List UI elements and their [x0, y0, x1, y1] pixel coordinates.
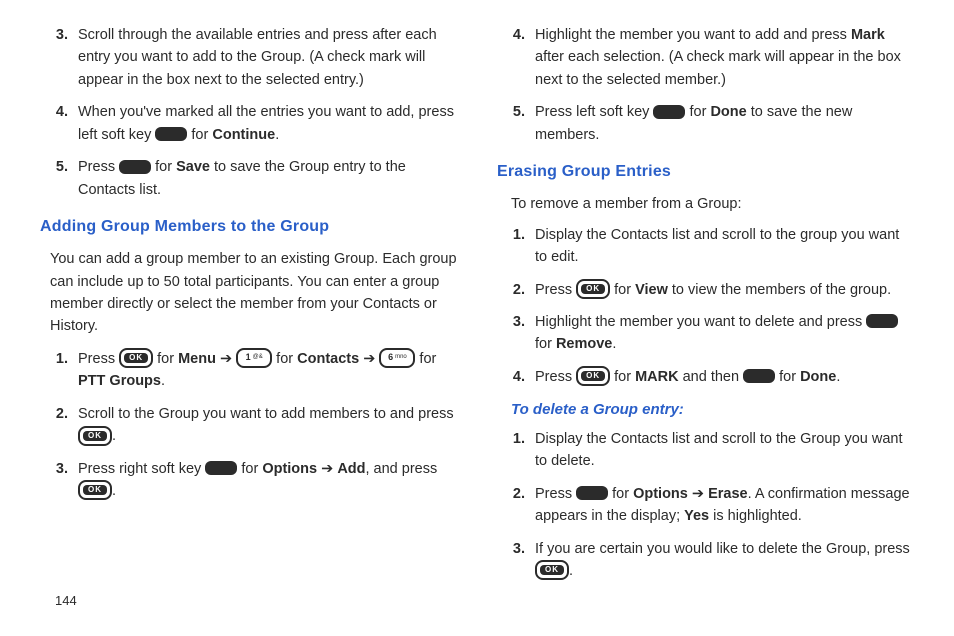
- list-body: Highlight the member you want to delete …: [535, 311, 914, 356]
- list-item: 2.Press OK for View to view the members …: [497, 279, 914, 301]
- bold-text: Menu: [178, 351, 216, 367]
- list-number: 4.: [497, 366, 535, 388]
- left-column: 3.Scroll through the available entries a…: [40, 24, 457, 636]
- bold-text: Save: [176, 159, 210, 175]
- list-item: 4.Highlight the member you want to add a…: [497, 24, 914, 91]
- list-number: 2.: [497, 483, 535, 505]
- list-item: 2.Press for Options ➔ Erase. A confirmat…: [497, 483, 914, 528]
- ok-key-icon: OK: [119, 348, 153, 368]
- list-body: Display the Contacts list and scroll to …: [535, 224, 914, 269]
- list-number: 3.: [497, 538, 535, 560]
- list-number: 4.: [40, 101, 78, 123]
- list-body: Display the Contacts list and scroll to …: [535, 428, 914, 473]
- bold-text: Done: [800, 369, 836, 385]
- list-number: 2.: [40, 403, 78, 425]
- list-item: 2.Scroll to the Group you want to add me…: [40, 403, 457, 448]
- list-item: 3.Press right soft key for Options ➔ Add…: [40, 458, 457, 503]
- list-body: Press for Options ➔ Erase. A confirmatio…: [535, 483, 914, 528]
- softkey-icon: [576, 486, 608, 500]
- list-item: 4.Press OK for MARK and then for Done.: [497, 366, 914, 388]
- list-number: 3.: [40, 24, 78, 46]
- bold-text: PTT Groups: [78, 373, 161, 389]
- list-body: Highlight the member you want to add and…: [535, 24, 914, 91]
- softkey-icon: [205, 461, 237, 475]
- bold-text: Continue: [212, 127, 275, 143]
- right-column: 4.Highlight the member you want to add a…: [497, 24, 914, 636]
- softkey-icon: [653, 105, 685, 119]
- list-number: 1.: [40, 348, 78, 370]
- softkey-icon: [119, 160, 151, 174]
- list-item: 1.Display the Contacts list and scroll t…: [497, 428, 914, 473]
- bold-text: Contacts: [297, 351, 359, 367]
- list-number: 1.: [497, 224, 535, 246]
- bold-text: Options: [633, 486, 688, 502]
- bold-text: MARK: [635, 369, 679, 385]
- ok-key-icon: OK: [535, 560, 569, 580]
- bold-text: Remove: [556, 336, 612, 352]
- list-body: If you are certain you would like to del…: [535, 538, 914, 583]
- list-body: Press for Save to save the Group entry t…: [78, 156, 457, 201]
- list-body: Press OK for Menu ➔ 1@& for Contacts ➔ 6…: [78, 348, 457, 393]
- softkey-icon: [743, 369, 775, 383]
- softkey-icon: [866, 314, 898, 328]
- erasing-intro: To remove a member from a Group:: [511, 193, 914, 215]
- heading-erasing-entries: Erasing Group Entries: [497, 160, 914, 185]
- ok-key-icon: OK: [78, 480, 112, 500]
- list-number: 2.: [497, 279, 535, 301]
- ok-key-icon: OK: [576, 366, 610, 386]
- bold-text: Yes: [684, 508, 709, 524]
- key6-icon: 6mno: [379, 348, 415, 368]
- left-list: 1.Press OK for Menu ➔ 1@& for Contacts ➔…: [40, 348, 457, 503]
- softkey-icon: [155, 127, 187, 141]
- bold-text: Add: [337, 461, 365, 477]
- list-body: Press right soft key for Options ➔ Add, …: [78, 458, 457, 503]
- left-top-list: 3.Scroll through the available entries a…: [40, 24, 457, 201]
- list-number: 3.: [40, 458, 78, 480]
- manual-page: 3.Scroll through the available entries a…: [0, 0, 954, 636]
- list-item: 5.Press left soft key for Done to save t…: [497, 101, 914, 146]
- list-item: 3.Highlight the member you want to delet…: [497, 311, 914, 356]
- list-body: Press OK for View to view the members of…: [535, 279, 914, 301]
- list-body: Press left soft key for Done to save the…: [535, 101, 914, 146]
- list-number: 5.: [497, 101, 535, 123]
- list-item: 1.Press OK for Menu ➔ 1@& for Contacts ➔…: [40, 348, 457, 393]
- heading-adding-members: Adding Group Members to the Group: [40, 215, 457, 240]
- right-list-2: 1.Display the Contacts list and scroll t…: [497, 428, 914, 583]
- bold-text: Mark: [851, 27, 885, 43]
- bold-text: View: [635, 282, 668, 298]
- list-number: 4.: [497, 24, 535, 46]
- list-body: Press OK for MARK and then for Done.: [535, 366, 914, 388]
- list-body: Scroll to the Group you want to add memb…: [78, 403, 457, 448]
- ok-key-icon: OK: [78, 426, 112, 446]
- list-item: 1.Display the Contacts list and scroll t…: [497, 224, 914, 269]
- list-number: 3.: [497, 311, 535, 333]
- subheading-delete-group: To delete a Group entry:: [511, 398, 914, 421]
- adding-members-intro: You can add a group member to an existin…: [50, 248, 457, 338]
- bold-text: Done: [710, 104, 746, 120]
- page-number: 144: [55, 593, 77, 608]
- right-list: 1.Display the Contacts list and scroll t…: [497, 224, 914, 389]
- list-item: 4.When you've marked all the entries you…: [40, 101, 457, 146]
- list-item: 5.Press for Save to save the Group entry…: [40, 156, 457, 201]
- right-top-list: 4.Highlight the member you want to add a…: [497, 24, 914, 146]
- list-item: 3.If you are certain you would like to d…: [497, 538, 914, 583]
- list-number: 5.: [40, 156, 78, 178]
- list-body: Scroll through the available entries and…: [78, 24, 457, 91]
- list-number: 1.: [497, 428, 535, 450]
- bold-text: Erase: [708, 486, 748, 502]
- ok-key-icon: OK: [576, 279, 610, 299]
- key1-icon: 1@&: [236, 348, 272, 368]
- bold-text: Options: [262, 461, 317, 477]
- list-body: When you've marked all the entries you w…: [78, 101, 457, 146]
- list-item: 3.Scroll through the available entries a…: [40, 24, 457, 91]
